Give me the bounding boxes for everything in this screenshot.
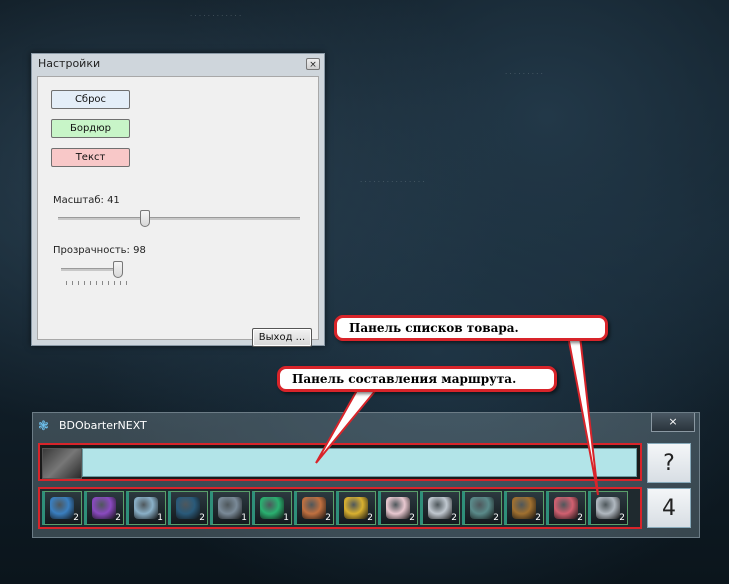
callout-pointers — [315, 335, 599, 496]
goods-callout-pointer — [566, 335, 599, 496]
route-panel-callout: Панель составления маршрута. — [277, 366, 557, 392]
route-callout-pointer — [315, 384, 383, 464]
goods-panel-callout: Панель списков товара. — [334, 315, 608, 341]
